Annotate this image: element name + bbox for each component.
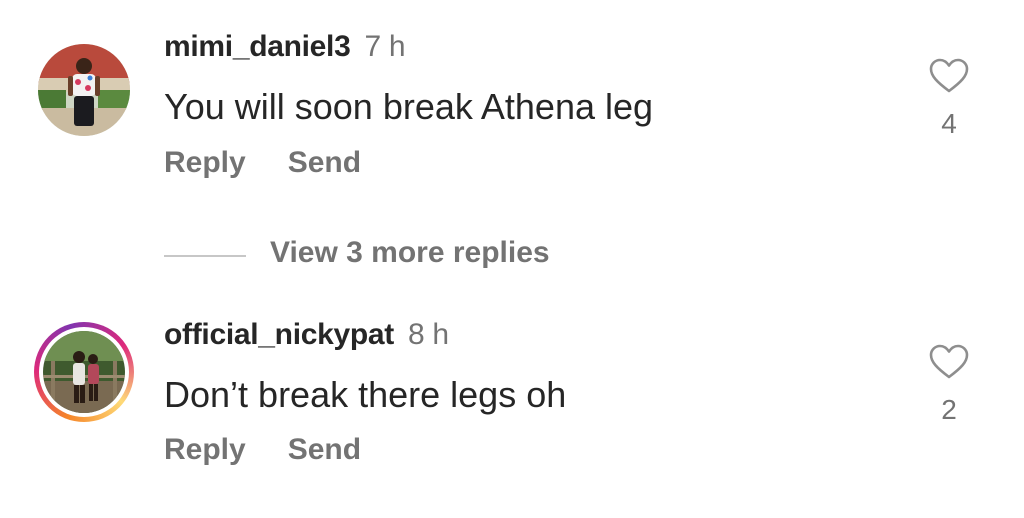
- comment-item: official_nickypat 8 h Don’t break there l…: [0, 290, 1024, 518]
- comment-username[interactable]: official_nickypat 8 h: [164, 318, 449, 352]
- comment-timestamp: 7 h: [364, 30, 406, 63]
- comment-text: You will soon break Athena leg: [164, 86, 654, 127]
- send-button[interactable]: Send: [288, 146, 361, 179]
- like-count: 2: [941, 394, 957, 425]
- comment-actions: Reply Send: [164, 146, 361, 180]
- username-text[interactable]: official_nickypat: [164, 318, 394, 351]
- username-text[interactable]: mimi_daniel3: [164, 30, 351, 63]
- comment-item: mimi_daniel3 7 h You will soon break Athe…: [0, 0, 1024, 200]
- avatar-photo: [38, 44, 130, 136]
- comment-timestamp: 8 h: [407, 318, 449, 351]
- like-count: 4: [941, 108, 957, 139]
- story-ring[interactable]: [34, 322, 134, 422]
- comment-username[interactable]: mimi_daniel3 7 h: [164, 30, 406, 64]
- send-button[interactable]: Send: [288, 433, 361, 466]
- heart-outline-icon[interactable]: [929, 344, 969, 380]
- avatar[interactable]: [38, 44, 130, 136]
- reply-button[interactable]: Reply: [164, 146, 246, 179]
- view-replies-label[interactable]: View 3 more replies: [270, 236, 550, 270]
- reply-button[interactable]: Reply: [164, 433, 246, 466]
- comment-actions: Reply Send: [164, 433, 361, 467]
- avatar: [43, 331, 125, 413]
- heart-outline-icon[interactable]: [929, 58, 969, 94]
- replies-divider: [164, 255, 246, 257]
- comment-text: Don’t break there legs oh: [164, 374, 567, 415]
